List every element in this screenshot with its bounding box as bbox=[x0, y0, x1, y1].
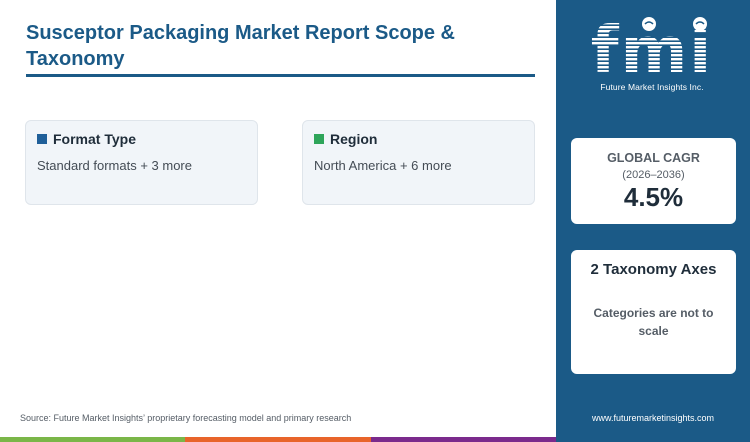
page-title: Susceptor Packaging Market Report Scope … bbox=[26, 22, 456, 70]
fmi-logo-subtitle: Future Market Insights Inc. bbox=[600, 82, 704, 92]
format-type-card-title: Format Type bbox=[53, 131, 136, 147]
sidebar: fmi Future Market Insights Inc. GLOBAL C… bbox=[556, 0, 750, 442]
footer-color-segment-green bbox=[0, 437, 186, 442]
cagr-box: GLOBAL CAGR (2026–2036) 4.5% bbox=[571, 138, 736, 224]
cagr-label: GLOBAL CAGR bbox=[607, 151, 700, 165]
cagr-range: (2026–2036) bbox=[622, 169, 685, 181]
cagr-value: 4.5% bbox=[623, 182, 684, 212]
region-card-title: Region bbox=[330, 131, 378, 147]
taxonomy-axes-box: 2 Taxonomy Axes Categories are not to sc… bbox=[571, 250, 736, 374]
website-url: www.futuremarketinsights.com bbox=[591, 413, 715, 423]
taxonomy-axes-title: 2 Taxonomy Axes bbox=[590, 261, 717, 278]
fmi-logo-mark-icon: fmi bbox=[591, 14, 711, 88]
region-card-header: Region bbox=[314, 131, 377, 147]
format-type-card-value: Standard formats + 3 more bbox=[37, 158, 192, 173]
taxonomy-axes-note: Categories are not to scale bbox=[593, 306, 714, 338]
footer-color-bar bbox=[0, 437, 556, 442]
footer-color-segment-purple bbox=[370, 437, 556, 442]
title-divider bbox=[26, 74, 535, 77]
fmi-logo: fmi Future Market Insights Inc. bbox=[582, 14, 722, 96]
footer-color-segment-orange bbox=[185, 437, 371, 442]
region-card-value: North America + 6 more bbox=[314, 158, 452, 173]
format-type-card-header: Format Type bbox=[37, 131, 136, 147]
region-card: Region North America + 6 more bbox=[302, 120, 535, 205]
format-type-swatch-icon bbox=[37, 134, 47, 144]
format-type-card: Format Type Standard formats + 3 more bbox=[25, 120, 258, 205]
source-note: Source: Future Market Insights’ propriet… bbox=[20, 413, 352, 423]
report-main-panel: Susceptor Packaging Market Report Scope … bbox=[0, 0, 556, 442]
region-swatch-icon bbox=[314, 134, 324, 144]
